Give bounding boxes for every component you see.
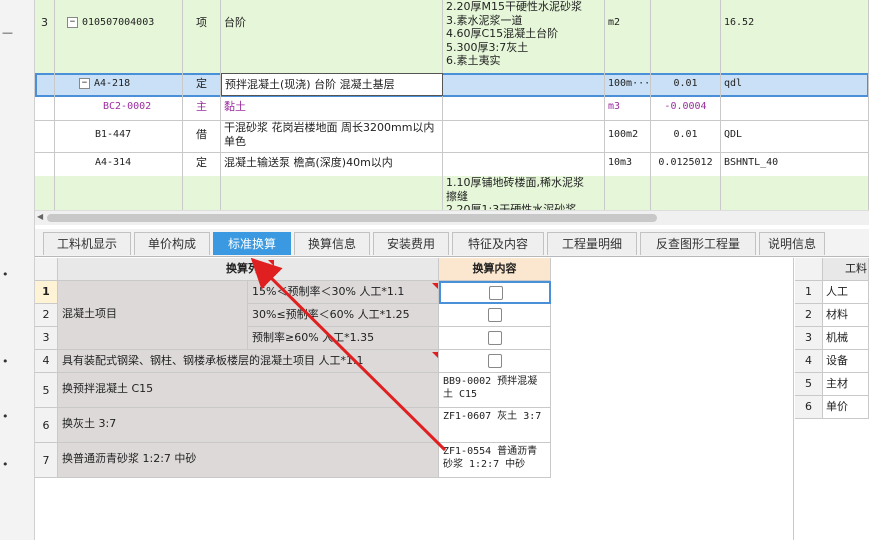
row-number: 3	[795, 327, 823, 350]
annotation-arrow-icon	[250, 257, 447, 452]
resource-header: 工料	[823, 258, 869, 281]
resource-item[interactable]: 设备	[823, 350, 869, 373]
corner-cell	[795, 258, 823, 281]
row-number: 2	[795, 304, 823, 327]
panel-divider[interactable]	[793, 258, 794, 540]
resource-item[interactable]: 人工	[823, 281, 869, 304]
row-number: 6	[795, 396, 823, 419]
resource-item[interactable]: 材料	[823, 304, 869, 327]
resource-item[interactable]: 机械	[823, 327, 869, 350]
resource-item[interactable]: 单价	[823, 396, 869, 419]
row-number: 4	[795, 350, 823, 373]
resource-item[interactable]: 主材	[823, 373, 869, 396]
row-number: 1	[795, 281, 823, 304]
row-number: 5	[795, 373, 823, 396]
